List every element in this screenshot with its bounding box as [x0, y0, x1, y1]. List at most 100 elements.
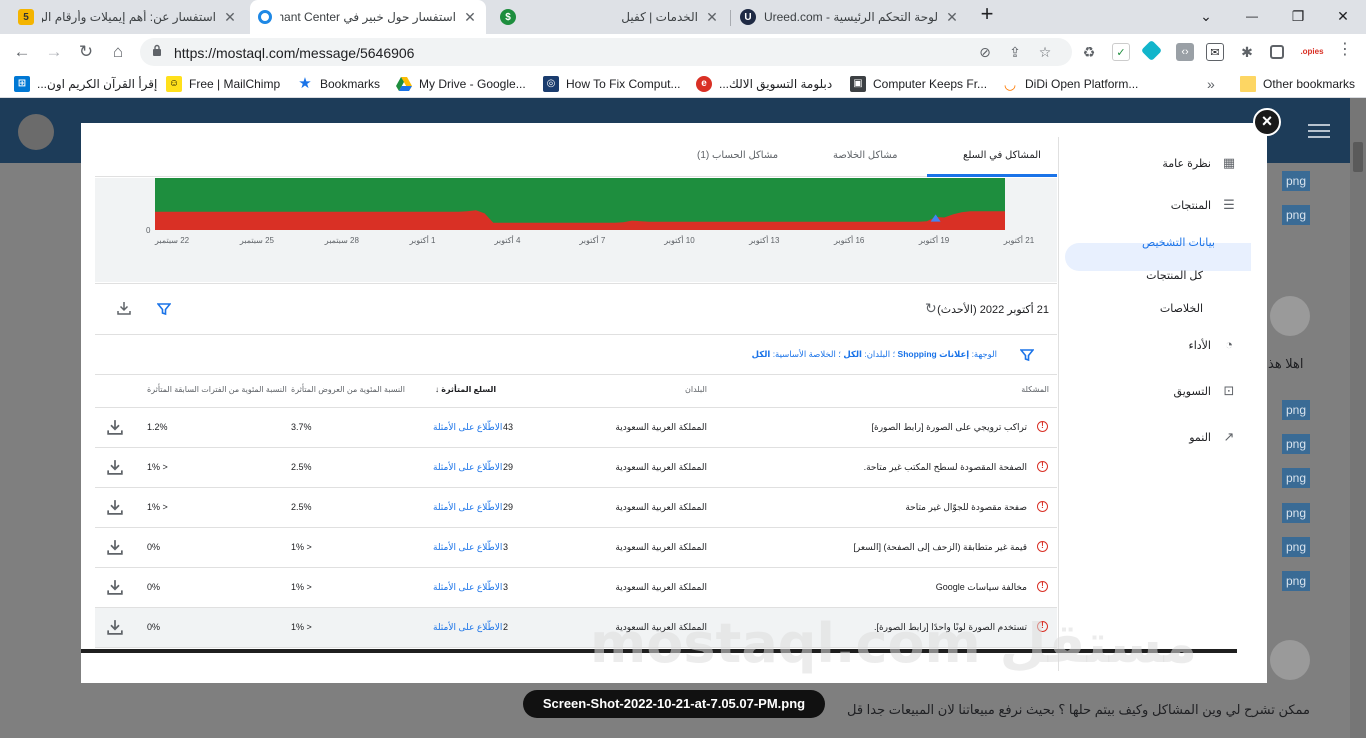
affected-count: 43 [503, 422, 514, 432]
issue-name[interactable]: مخالفة سياسات Google [936, 582, 1027, 593]
new-tab-button[interactable]: + [972, 0, 1002, 30]
scrollbar-thumb[interactable] [1353, 142, 1363, 172]
pct-previous: 0% [147, 622, 161, 632]
browser-tab[interactable]: 5 استفسار عن: أهم إيميلات وأرقام الن ✕ [10, 0, 246, 34]
download-icon[interactable] [117, 301, 131, 315]
close-tab-icon[interactable]: ✕ [222, 9, 238, 26]
attachment-tag[interactable]: png [1282, 434, 1310, 454]
tab-account-issues[interactable]: مشاكل الحساب (1) [697, 150, 778, 161]
sidenav-item-performance[interactable]: ◔ الأداء [1189, 335, 1237, 355]
col-header-issue[interactable]: المشكلة [1021, 385, 1049, 394]
download-icon[interactable] [107, 499, 123, 515]
attachment-tag[interactable]: png [1282, 171, 1310, 191]
bookmark-item[interactable]: ★ Bookmarks [297, 75, 380, 93]
table-row[interactable]: ! مخالفة سياسات Google المملكة العربية الس… [95, 568, 1057, 608]
sidenav-item-growth[interactable]: ↗ النمو [1189, 427, 1237, 447]
close-window-button[interactable]: ✕ [1320, 0, 1366, 32]
attachment-tag[interactable]: png [1282, 468, 1310, 488]
filter-chips[interactable]: الوجهة: إعلانات Shopping ؛ البلدان: الكل… [752, 349, 997, 360]
attachment-tag[interactable]: png [1282, 400, 1310, 420]
bookmark-item[interactable]: ◎ How To Fix Comput... [543, 75, 680, 93]
attachment-tag[interactable]: png [1282, 205, 1310, 225]
view-examples-link[interactable]: الاطّلاع على الأمثلة [433, 462, 502, 473]
filter-icon[interactable] [1020, 348, 1034, 362]
col-header-pct-offers[interactable]: النسبة المئوية من العروض المتأثرة [291, 385, 405, 394]
restore-button[interactable]: ❐ [1275, 0, 1321, 32]
browser-tab-active[interactable]: استفسار حول خبير في hant Center ✕ [250, 0, 486, 34]
page-scrollbar[interactable] [1350, 98, 1366, 738]
reload-icon[interactable]: ↻ [74, 40, 98, 64]
bookmark-item[interactable]: ◡ DiDi Open Platform... [1002, 75, 1139, 93]
close-tab-icon[interactable]: ✕ [462, 9, 478, 26]
bookmark-item[interactable]: ☺ Free | MailChimp [166, 75, 280, 93]
close-tab-icon[interactable]: ✕ [704, 9, 720, 26]
tab-search-chevron-icon[interactable]: ⌄ [1183, 0, 1229, 32]
issue-name[interactable]: صفحة مقصودة للجوّال غير متاحة [905, 502, 1027, 513]
table-row[interactable]: ! قيمة غير متطابقة (الزحف إلى الصفحة) [ال… [95, 528, 1057, 568]
sidenav-item-feeds[interactable]: الخلاصات [1160, 298, 1203, 318]
refresh-icon[interactable]: ↻ [925, 300, 937, 317]
table-row[interactable]: ! صفحة مقصودة للجوّال غير متاحة المملكة ال… [95, 488, 1057, 528]
sidenav-label: التسويق [1173, 385, 1211, 398]
attachment-tag[interactable]: png [1282, 503, 1310, 523]
code-extension-icon[interactable]: ‹› [1176, 43, 1194, 61]
copies-extension-icon[interactable]: .opies [1300, 43, 1324, 61]
view-examples-link[interactable]: الاطّلاع على الأمثلة [433, 622, 502, 633]
puzzle-extensions-icon[interactable]: ✱ [1238, 43, 1256, 61]
bookmark-item[interactable]: e دبلومة التسويق الالك... [696, 75, 832, 93]
tab-feed-issues[interactable]: مشاكل الخلاصة [833, 150, 898, 161]
table-row[interactable]: ! تراكب ترويجي على الصورة [رابط الصورة] ال… [95, 408, 1057, 448]
sidenav-item-all-products[interactable]: كل المنتجات [1146, 265, 1203, 285]
issue-name[interactable]: تراكب ترويجي على الصورة [رابط الصورة] [872, 422, 1028, 433]
close-lightbox-button[interactable]: × [1253, 108, 1281, 136]
col-header-pct-prev[interactable]: النسبة المئوية من الفترات السابقة المتأث… [147, 385, 287, 394]
bookmark-star-icon[interactable]: ☆ [1036, 43, 1054, 61]
minimize-button[interactable]: — [1229, 0, 1275, 32]
share-icon[interactable]: ⇪ [1006, 43, 1024, 61]
bookmark-item[interactable]: My Drive - Google... [396, 75, 526, 93]
recycle-extension-icon[interactable]: ♻ [1080, 43, 1098, 61]
sidepanel-icon[interactable] [1270, 45, 1284, 59]
sidenav-item-overview[interactable]: ▦ نظرة عامة [1162, 153, 1237, 173]
address-bar[interactable]: https://mostaql.com/message/5646906 ⊘ ⇪ … [140, 38, 1072, 66]
sidenav-item-diagnostics[interactable]: بيانات التشخيص [1142, 232, 1215, 252]
download-icon[interactable] [107, 539, 123, 555]
download-icon[interactable] [107, 459, 123, 475]
view-examples-link[interactable]: الاطّلاع على الأمثلة [433, 582, 502, 593]
view-examples-link[interactable]: الاطّلاع على الأمثلة [433, 422, 502, 433]
hamburger-menu-icon[interactable] [1308, 124, 1330, 138]
other-bookmarks-folder[interactable]: Other bookmarks [1240, 75, 1355, 93]
tab-item-issues[interactable]: المشاكل في السلع [963, 150, 1041, 161]
view-examples-link[interactable]: الاطّلاع على الأمثلة [433, 542, 502, 553]
diamond-extension-icon[interactable] [1140, 39, 1163, 62]
url-text[interactable]: https://mostaql.com/message/5646906 [174, 45, 414, 61]
chat-extension-icon[interactable]: ✉ [1206, 43, 1224, 61]
forward-arrow-icon[interactable]: → [42, 40, 66, 64]
home-icon[interactable]: ⌂ [106, 40, 130, 64]
col-header-country[interactable]: البلدان [685, 385, 707, 394]
download-icon[interactable] [107, 619, 123, 635]
issue-name[interactable]: الصفحة المقصودة لسطح المكتب غير متاحة. [864, 462, 1027, 473]
browser-tab[interactable]: U لوحة التحكم الرئيسية - Ureed.com ✕ [732, 0, 968, 34]
sidenav-item-marketing[interactable]: ⊡ التسويق [1174, 381, 1237, 401]
more-bookmarks-icon[interactable]: » [1207, 75, 1215, 93]
filter-icon[interactable] [157, 302, 171, 316]
attachment-tag[interactable]: png [1282, 571, 1310, 591]
browser-tab[interactable]: $ الخدمات | كفيل ✕ [492, 0, 728, 34]
back-arrow-icon[interactable]: ← [10, 40, 34, 64]
bookmark-item[interactable]: ⊞ إقرأ القرآن الكريم اون... [14, 75, 157, 93]
check-extension-icon[interactable]: ✓ [1112, 43, 1130, 61]
table-row[interactable]: ! الصفحة المقصودة لسطح المكتب غير متاحة. ا… [95, 448, 1057, 488]
download-icon[interactable] [107, 419, 123, 435]
issue-name[interactable]: قيمة غير متطابقة (الزحف إلى الصفحة) [الس… [853, 542, 1027, 553]
avatar[interactable] [18, 114, 54, 150]
menu-kebab-icon[interactable]: ⋮ [1336, 42, 1354, 61]
eye-off-icon[interactable]: ⊘ [976, 43, 994, 61]
close-tab-icon[interactable]: ✕ [944, 9, 960, 26]
view-examples-link[interactable]: الاطّلاع على الأمثلة [433, 502, 502, 513]
sidenav-item-products[interactable]: ☰ المنتجات [1171, 195, 1237, 215]
attachment-tag[interactable]: png [1282, 537, 1310, 557]
bookmark-item[interactable]: ▣ Computer Keeps Fr... [850, 75, 987, 93]
download-icon[interactable] [107, 579, 123, 595]
col-header-affected[interactable]: السلع المتأثرة ↓ [435, 385, 496, 394]
